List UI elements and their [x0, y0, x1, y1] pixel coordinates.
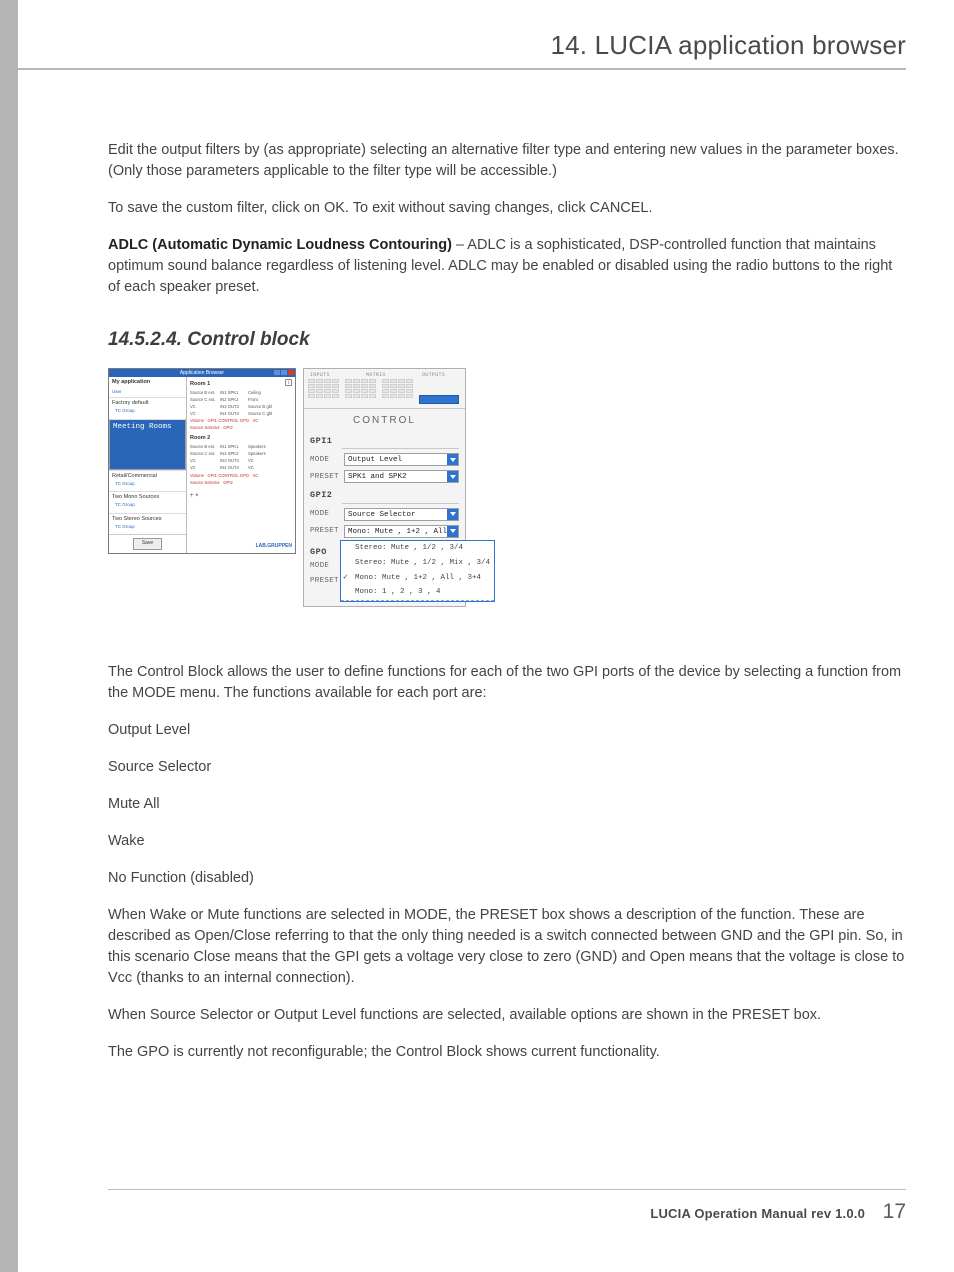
chevron-down-icon [447, 471, 458, 482]
content-area: Edit the output filters by (as appropria… [108, 140, 906, 1079]
figure-control-block: Application Browser My application User [108, 368, 906, 638]
add-remove-buttons[interactable]: + × [190, 492, 292, 501]
minimize-icon[interactable] [274, 370, 280, 375]
app-item-title: Two Stereo Sources [112, 516, 183, 524]
paragraph: The Control Block allows the user to def… [108, 662, 906, 704]
window-titlebar[interactable]: Application Browser [109, 369, 295, 377]
info-icon[interactable]: i [285, 379, 292, 386]
app-list-item[interactable]: Two Mono Sources TC Group [109, 491, 186, 512]
app-list-sidebar: My application User Factory default TC G… [109, 377, 187, 553]
paragraph: When Source Selector or Output Level fun… [108, 1005, 906, 1026]
list-item: Source Selector [108, 757, 906, 778]
dropdown-option[interactable]: Stereo: Mute , 1/2 , Mix , 3/4 [341, 556, 494, 571]
page-footer: LUCIA Operation Manual rev 1.0.0 17 [108, 1189, 906, 1224]
paragraph: The GPO is currently not reconfigurable;… [108, 1042, 906, 1063]
my-application-header[interactable]: My application [109, 377, 186, 389]
details-button[interactable] [419, 395, 459, 404]
chevron-down-icon [447, 454, 458, 465]
app-item-title: Retail/Commercial [112, 473, 183, 481]
gpi1-label: GPI1 [304, 431, 465, 448]
section-heading: 14.5.2.4. Control block [108, 326, 906, 354]
app-item-title: Two Mono Sources [112, 494, 183, 502]
dropdown-option[interactable]: Mono: 1 , 2 , 3 , 4 [341, 585, 494, 601]
list-item: Mute All [108, 794, 906, 815]
dropdown-option-selected[interactable]: Mono: Mute , 1+2 , All , 3+4 [341, 571, 494, 586]
app-item-sub: TC Group [112, 502, 183, 511]
dropdown-option[interactable]: Stereo: Mute , 1/2 , 3/4 [341, 541, 494, 556]
chevron-down-icon [447, 526, 458, 537]
document-page: 14. LUCIA application browser Edit the o… [0, 0, 954, 1272]
control-panel: INPUTS MATRIX OUTPUTS CONTROL GPI1 [303, 368, 466, 608]
list-item: No Function (disabled) [108, 868, 906, 889]
gpi2-preset-select[interactable]: Mono: Mute , 1+2 , All , 3+4 [344, 525, 459, 538]
gpi2-label: GPI2 [304, 485, 465, 502]
control-heading: CONTROL [304, 409, 465, 432]
app-list-item[interactable]: Factory default TC Group [109, 397, 186, 418]
app-item-sub: TC Group [112, 481, 183, 490]
app-browser-window: Application Browser My application User [108, 368, 296, 554]
paragraph: To save the custom filter, click on OK. … [108, 198, 906, 219]
mode-label: MODE [310, 561, 340, 572]
room2-grid: Source B ext.IN1 SPK1Speakers Source C e… [190, 444, 292, 471]
header-rule [18, 68, 906, 70]
paragraph: When Wake or Mute functions are selected… [108, 905, 906, 989]
app-item-title: Meeting Rooms [113, 422, 182, 433]
inputs-grid-icon [308, 379, 339, 398]
outputs-grid-icon [382, 379, 413, 398]
preset-label: PRESET [310, 472, 340, 483]
bold-term: ADLC (Automatic Dynamic Loudness Contour… [108, 237, 452, 253]
preset-label: PRESET [310, 576, 340, 587]
io-preview: INPUTS MATRIX OUTPUTS [304, 369, 465, 409]
gpi2-mode-select[interactable]: Source Selector [344, 508, 459, 521]
room2-label: Room 2 [190, 435, 292, 443]
mode-label: MODE [310, 455, 340, 466]
list-item: Output Level [108, 720, 906, 741]
room-config-panel: i Room 1 Source B ext.IN1 SPK1Ceiling So… [187, 377, 295, 553]
footer-page-number: 17 [883, 1200, 906, 1223]
window-title: Application Browser [180, 370, 224, 376]
matrix-grid-icon [345, 379, 376, 398]
page-title: 14. LUCIA application browser [550, 30, 906, 61]
gpi1-mode-select[interactable]: Output Level [344, 453, 459, 466]
app-list-item-selected[interactable]: Meeting Rooms [109, 419, 186, 470]
app-item-title: Factory default [112, 400, 183, 408]
paragraph: Edit the output filters by (as appropria… [108, 140, 906, 182]
gpi1-preset-select[interactable]: SPK1 and SPK2 [344, 470, 459, 483]
app-item-sub: TC Group [112, 408, 183, 417]
labgruppen-logo: LAB.GRUPPEN [256, 543, 292, 550]
save-button[interactable]: Save [133, 538, 162, 549]
my-application-sub: User [109, 389, 186, 398]
gpo-label: GPO [304, 540, 340, 559]
footer-doc-title: LUCIA Operation Manual rev 1.0.0 [650, 1206, 865, 1221]
app-list-item[interactable]: Two Stereo Sources TC Group [109, 513, 186, 534]
maximize-icon[interactable] [281, 370, 287, 375]
mode-label: MODE [310, 509, 340, 520]
chevron-down-icon [447, 509, 458, 520]
app-item-sub: TC Group [112, 524, 183, 533]
paragraph: ADLC (Automatic Dynamic Loudness Contour… [108, 235, 906, 298]
preset-dropdown-open[interactable]: Stereo: Mute , 1/2 , 3/4 Stereo: Mute , … [340, 540, 495, 603]
outputs-label: OUTPUTS [422, 372, 445, 379]
close-icon[interactable] [288, 370, 294, 375]
app-list-item[interactable]: Retail/Commercial TC Group [109, 470, 186, 491]
room1-label: Room 1 [190, 381, 292, 389]
gpi-row: Volume GPI1 CONTROL GPO VC [190, 418, 292, 424]
room1-grid: Source B ext.IN1 SPK1Ceiling Source C ex… [190, 390, 292, 417]
preset-label: PRESET [310, 526, 340, 537]
list-item: Wake [108, 831, 906, 852]
